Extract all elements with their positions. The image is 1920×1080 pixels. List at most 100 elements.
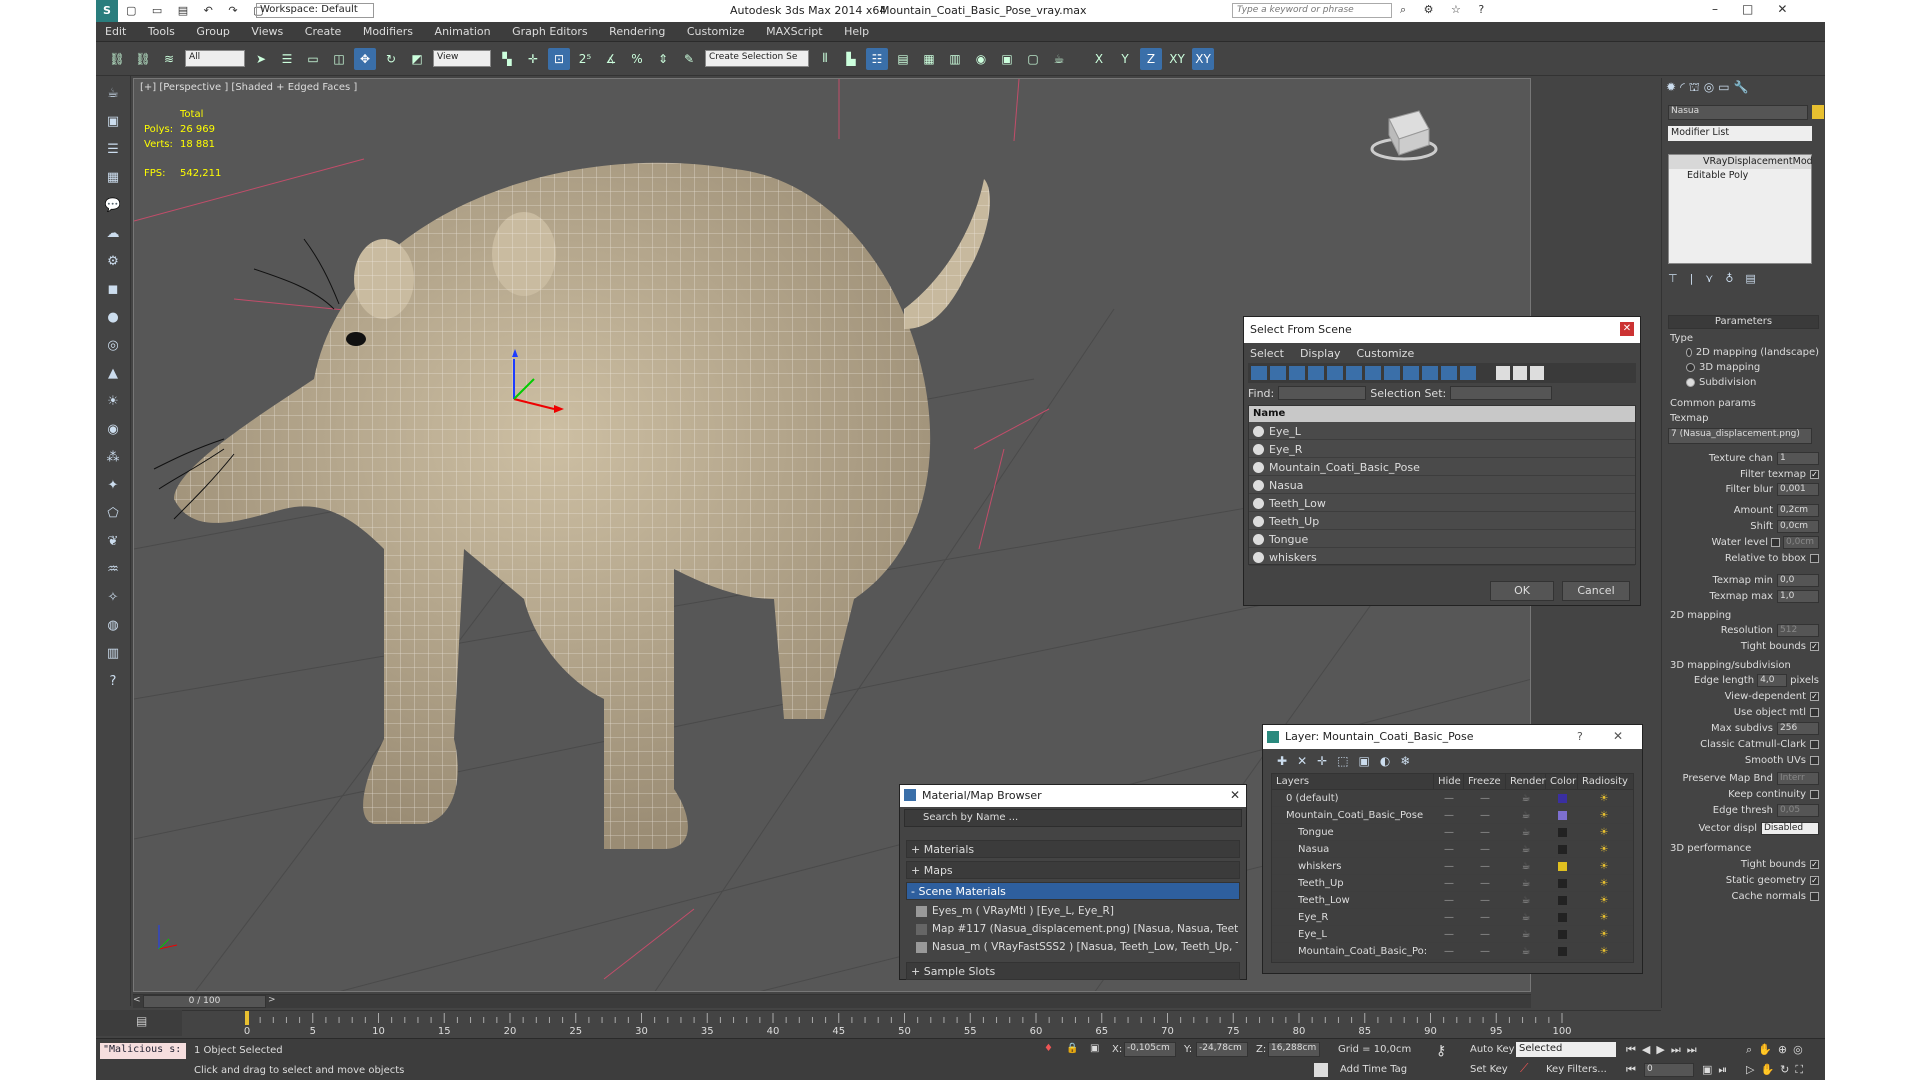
hierarchy-tab-icon[interactable]: ⛫ — [1689, 80, 1700, 98]
playback-controls[interactable]: ⏮◀▶⏭⏭ — [1626, 1043, 1703, 1057]
cloud-icon[interactable]: ☁ — [102, 222, 124, 244]
sfs-close-icon[interactable]: ✕ — [1620, 322, 1634, 336]
list-item[interactable]: Teeth_Low — [1249, 494, 1635, 512]
viewport-nav-icons-2[interactable]: ▷✋↻⛶ — [1746, 1063, 1809, 1077]
layer-color-swatch[interactable] — [1557, 912, 1567, 922]
viewport-nav-icons[interactable]: ⌕✋⊕◎ — [1746, 1043, 1809, 1057]
tight-bounds-checkbox[interactable]: ✓ — [1810, 642, 1819, 651]
time-cursor[interactable] — [245, 1011, 249, 1025]
sfs-name-header[interactable]: Name — [1249, 406, 1635, 422]
help-icon[interactable]: ? — [102, 670, 124, 692]
mmb-close-icon[interactable]: ✕ — [1230, 788, 1240, 802]
render-production-icon[interactable]: ☕ — [1048, 48, 1070, 70]
time-slider[interactable]: < 0 / 100 > — [133, 994, 1531, 1008]
radiosity-icon[interactable]: ☀ — [1578, 895, 1630, 906]
key-mode-icon[interactable]: ⏮ — [1626, 1063, 1636, 1077]
hide-toggle[interactable]: — — [1434, 810, 1464, 821]
use-object-mtl-checkbox[interactable] — [1810, 708, 1819, 717]
next-frame-icon[interactable]: > — [268, 995, 278, 1008]
freeze-toggle[interactable]: — — [1464, 929, 1506, 940]
sphere-icon[interactable]: ● — [102, 306, 124, 328]
hide-toggle[interactable]: — — [1434, 827, 1464, 838]
z-coord-input[interactable]: 16,288cm — [1268, 1042, 1320, 1057]
add-time-tag[interactable]: Add Time Tag — [1340, 1064, 1407, 1075]
window-controls[interactable]: –□✕ — [1712, 2, 1811, 16]
menu-group[interactable]: Group — [187, 22, 239, 41]
object-color-swatch[interactable] — [1812, 105, 1824, 119]
menu-graph-editors[interactable]: Graph Editors — [503, 22, 597, 41]
quick-access-icons[interactable]: ▢ ▭ ▤ ↶ ↷ ▢ — [126, 4, 270, 17]
render-setup-icon[interactable]: ▣ — [996, 48, 1018, 70]
menu-modifiers[interactable]: Modifiers — [354, 22, 422, 41]
render-toggle-icon[interactable]: ☕ — [1506, 929, 1546, 940]
rendered-frame-icon[interactable]: ▢ — [1022, 48, 1044, 70]
isolate-icon[interactable]: ♦ — [1044, 1043, 1053, 1054]
layer-color-swatch[interactable] — [1557, 878, 1567, 888]
stack-item-editable-poly[interactable]: Editable Poly — [1669, 169, 1811, 183]
filter-cameras-icon[interactable] — [1308, 366, 1324, 380]
create-tab-icon[interactable]: ✹ — [1666, 80, 1676, 98]
parameters-rollout[interactable]: Parameters — [1668, 315, 1819, 329]
teapot-icon[interactable]: ☕ — [102, 82, 124, 104]
menu-animation[interactable]: Animation — [426, 22, 500, 41]
freeze-toggle[interactable]: — — [1464, 844, 1506, 855]
radiosity-icon[interactable]: ☀ — [1578, 844, 1630, 855]
abs-mode-icon[interactable]: ▣ — [1090, 1043, 1099, 1054]
camera-icon[interactable]: ▥ — [102, 642, 124, 664]
axis-constraint-x[interactable]: X — [1088, 48, 1110, 70]
radiosity-icon[interactable]: ☀ — [1578, 793, 1630, 804]
named-selection-dropdown[interactable]: Create Selection Se — [705, 50, 809, 67]
list-item[interactable]: Mountain_Coati_Basic_Pose — [1249, 458, 1635, 476]
modifier-list-dropdown[interactable]: Modifier List — [1668, 126, 1812, 141]
create-layer-icon[interactable]: ✚ — [1277, 754, 1287, 768]
selected-set-dropdown[interactable]: Selected — [1516, 1042, 1616, 1057]
layer-color-swatch[interactable] — [1557, 946, 1567, 956]
filter-texmap-checkbox[interactable]: ✓ — [1810, 470, 1819, 479]
move-icon[interactable]: ✥ — [354, 47, 376, 70]
keep-continuity-checkbox[interactable] — [1810, 790, 1819, 799]
col-render[interactable]: Render — [1506, 774, 1546, 789]
table-row[interactable]: 0 (default) — — ☕ ☀ — [1272, 790, 1633, 807]
modify-tab-icon[interactable]: ◜ — [1680, 80, 1685, 98]
render-toggle-icon[interactable]: ☕ — [1506, 861, 1546, 872]
filter-hidden-icon[interactable] — [1460, 366, 1476, 380]
relative-bbox-checkbox[interactable] — [1810, 554, 1819, 563]
table-row[interactable]: Mountain_Coati_Basic_Po: — — ☕ ☀ — [1272, 943, 1633, 960]
hide-toggle[interactable]: — — [1434, 861, 1464, 872]
link-icon[interactable]: ⛓ — [106, 48, 128, 70]
hide-all-icon[interactable]: ◐ — [1380, 754, 1390, 768]
light-icon[interactable]: ◉ — [102, 418, 124, 440]
ref-coord-dropdown[interactable]: View — [433, 50, 491, 67]
layer-color-swatch[interactable] — [1557, 929, 1567, 939]
bind-spacewarp-icon[interactable]: ≋ — [158, 48, 180, 70]
hide-toggle[interactable]: — — [1434, 929, 1464, 940]
time-tag-icon[interactable] — [1314, 1063, 1328, 1077]
globe-icon[interactable]: ◍ — [102, 614, 124, 636]
edge-length-input[interactable]: 4,0 — [1757, 674, 1788, 687]
radiosity-icon[interactable]: ☀ — [1578, 878, 1630, 889]
utilities-tab-icon[interactable]: 🔧 — [1734, 80, 1749, 98]
render-toggle-icon[interactable]: ☕ — [1506, 827, 1546, 838]
torus-icon[interactable]: ◎ — [102, 334, 124, 356]
freeze-toggle[interactable]: — — [1464, 810, 1506, 821]
stack-tools-icons[interactable]: ⊤|⋎♁▤ — [1668, 272, 1818, 286]
render-toggle-icon[interactable]: ☕ — [1506, 810, 1546, 821]
filter-bones-icon[interactable] — [1403, 366, 1419, 380]
list-item[interactable]: Teeth_Up — [1249, 512, 1635, 530]
delete-layer-icon[interactable]: ✕ — [1297, 754, 1307, 768]
water-level-checkbox[interactable] — [1771, 538, 1780, 547]
curve-editor-mini-icon[interactable]: ▤ — [96, 1010, 182, 1036]
sfs-find-input[interactable] — [1278, 386, 1367, 400]
hide-toggle[interactable]: — — [1434, 793, 1464, 804]
axis-constraint-xy-cycle[interactable]: XY — [1192, 47, 1214, 70]
col-color[interactable]: Color — [1546, 774, 1578, 789]
sun-icon[interactable]: ☀ — [102, 390, 124, 412]
filter-shapes-icon[interactable] — [1270, 366, 1286, 380]
cancel-button[interactable]: Cancel — [1562, 581, 1630, 601]
layer-color-swatch[interactable] — [1557, 895, 1567, 905]
menu-customize[interactable]: Customize — [678, 22, 754, 41]
cone-icon[interactable]: ▲ — [102, 362, 124, 384]
snap-toggle-icon[interactable]: 2⁵ — [574, 48, 596, 70]
filter-lights-icon[interactable] — [1289, 366, 1305, 380]
axis-constraint-y[interactable]: Y — [1114, 48, 1136, 70]
